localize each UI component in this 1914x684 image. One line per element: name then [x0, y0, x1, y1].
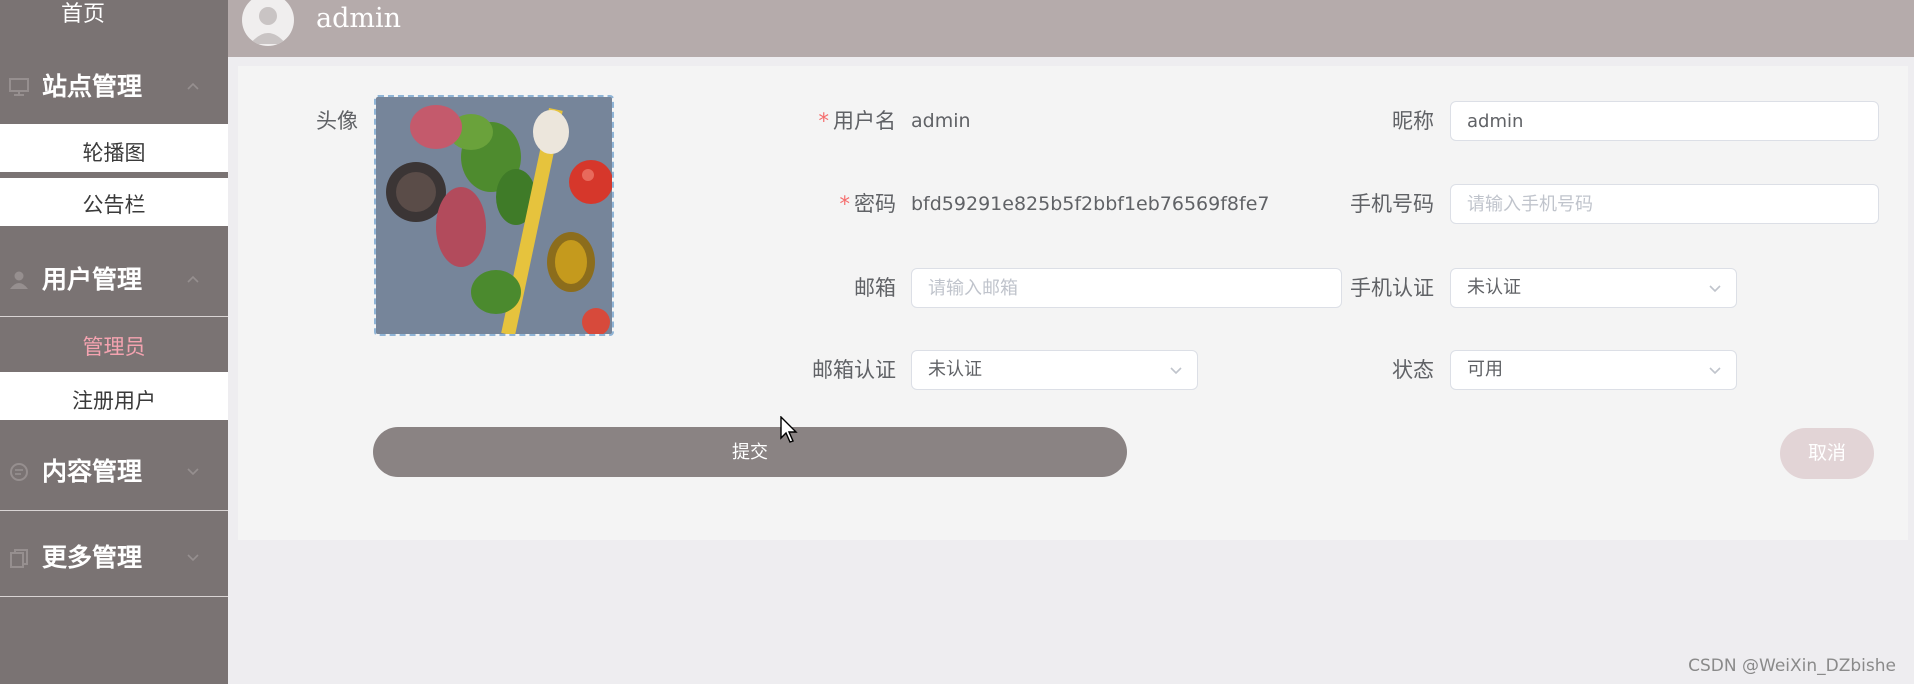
sidebar-item-carousel[interactable]: 轮播图 — [0, 124, 228, 172]
email-label: 邮箱 — [854, 276, 896, 300]
required-mark: * — [818, 109, 830, 133]
sidebar-group-label: 内容管理 — [42, 457, 143, 486]
sidebar-item-registered-users[interactable]: 注册用户 — [0, 372, 228, 420]
chevron-down-icon — [1709, 367, 1721, 375]
chevron-up-icon — [187, 82, 199, 90]
copy-icon — [10, 549, 28, 568]
sidebar-item-notice[interactable]: 公告栏 — [0, 178, 228, 226]
status-value: 可用 — [1467, 359, 1503, 380]
monitor-icon — [9, 78, 29, 96]
food-photo-image — [376, 97, 612, 334]
password-label: 密码 — [854, 192, 896, 216]
sidebar-group-label: 用户管理 — [42, 265, 143, 294]
email-verify-label: 邮箱认证 — [812, 358, 896, 382]
sidebar-group-content[interactable]: 内容管理 — [0, 440, 228, 504]
sidebar-group-user[interactable]: 用户管理 — [0, 248, 228, 312]
email-verify-value: 未认证 — [928, 359, 982, 380]
status-label: 状态 — [1392, 358, 1434, 382]
username-label: 用户名 — [833, 109, 896, 133]
watermark-text: CSDN @WeiXin_DZbishe — [1688, 656, 1896, 676]
sidebar-item-home[interactable]: 首页 — [0, 0, 166, 30]
sidebar-group-more[interactable]: 更多管理 — [0, 526, 228, 590]
nickname-label: 昵称 — [1392, 109, 1434, 133]
sidebar: 首页 站点管理 轮播图 公告栏 用户管理 管理员 注册用户 内容管理 更多管理 — [0, 0, 228, 684]
required-mark: * — [839, 192, 851, 216]
chevron-down-icon — [187, 554, 199, 562]
nickname-field[interactable] — [1450, 101, 1879, 141]
phone-field[interactable] — [1450, 184, 1879, 224]
divider — [0, 596, 228, 597]
sidebar-group-label: 站点管理 — [42, 72, 143, 101]
page-title: admin — [316, 3, 402, 34]
chevron-down-icon — [1170, 367, 1182, 375]
phone-label: 手机号码 — [1350, 192, 1434, 216]
chevron-down-icon — [187, 468, 199, 476]
submit-button[interactable]: 提交 — [373, 427, 1127, 477]
username-value: admin — [911, 110, 971, 132]
chevron-down-icon — [1709, 285, 1721, 293]
phone-verify-value: 未认证 — [1467, 277, 1521, 298]
phone-verify-select[interactable]: 未认证 — [1450, 268, 1737, 308]
sidebar-item-admin[interactable]: 管理员 — [0, 325, 228, 370]
avatar[interactable] — [242, 0, 294, 46]
chevron-up-icon — [187, 275, 199, 283]
password-value: bfd59291e825b5f2bbf1eb76569f8fe7 — [911, 193, 1270, 215]
phone-verify-label: 手机认证 — [1350, 276, 1434, 300]
mouse-cursor-icon — [780, 416, 798, 443]
top-header: admin — [228, 0, 1914, 57]
divider — [0, 510, 228, 511]
avatar-label: 头像 — [316, 109, 358, 133]
user-icon — [10, 271, 28, 289]
status-select[interactable]: 可用 — [1450, 350, 1737, 390]
sidebar-group-label: 更多管理 — [42, 543, 143, 572]
chat-icon — [10, 463, 28, 481]
email-verify-select[interactable]: 未认证 — [911, 350, 1198, 390]
cancel-button[interactable]: 取消 — [1780, 428, 1874, 479]
email-field[interactable] — [911, 268, 1342, 308]
avatar-upload[interactable] — [374, 95, 614, 336]
sidebar-group-site[interactable]: 站点管理 — [0, 55, 228, 119]
user-avatar-icon — [250, 7, 286, 44]
divider — [0, 316, 228, 317]
